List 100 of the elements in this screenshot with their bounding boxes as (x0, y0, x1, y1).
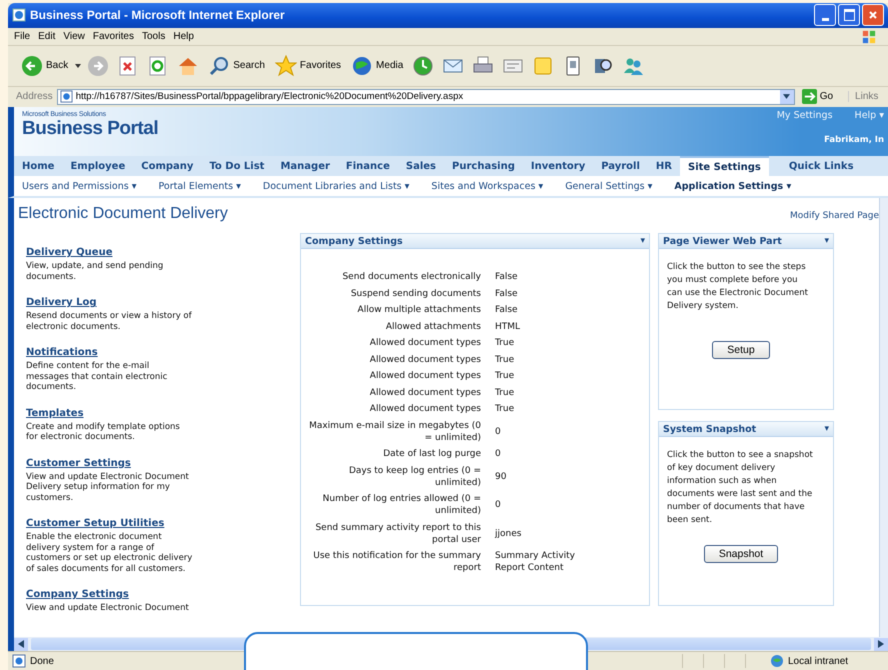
panel-text: Click the button to see a snapshot of key document delivery information such as when documents were last sent and the number of documents that have been sent. (667, 449, 814, 528)
nav-tab[interactable]: Finance (338, 156, 398, 176)
globe-icon (770, 654, 784, 668)
nav-tab[interactable]: Site Settings (680, 156, 769, 176)
history-icon[interactable] (412, 54, 434, 77)
setting-value: True (495, 386, 516, 399)
section-link[interactable]: Customer Setup Utilities (26, 518, 300, 530)
setting-value: True (495, 337, 516, 350)
nav-tab[interactable]: Employee (62, 156, 134, 176)
subnav-menu[interactable]: Application Settings ▾ (674, 180, 792, 192)
panel-text: Click the button to see the steps you must complete before you can use the Electronic Document Delivery system. (667, 261, 810, 314)
links-button[interactable]: Links (848, 91, 878, 102)
panel-title: Company Settings (305, 236, 403, 247)
subnav-menu[interactable]: General Settings ▾ (565, 180, 652, 192)
section-link[interactable]: Delivery Log (26, 297, 300, 308)
setting-value: 0 (495, 499, 502, 512)
setting-label: Maximum e-mail size in megabytes (0 = unlimited) (308, 420, 481, 444)
nav-tab[interactable]: Home (14, 156, 62, 176)
setting-value: 0 (495, 426, 502, 438)
close-button[interactable] (862, 4, 884, 26)
modify-page-link[interactable]: Modify Shared Page (790, 211, 879, 222)
section-link[interactable]: Customer Settings (26, 458, 300, 469)
setting-label: Allow multiple attachments (356, 304, 481, 316)
setting-label: Suspend sending documents (350, 288, 481, 300)
maximize-button[interactable] (838, 4, 860, 26)
security-zone: Local intranet (788, 656, 850, 667)
nav-tab[interactable]: To Do List (201, 156, 272, 176)
setting-label: Allowed document types (368, 354, 481, 366)
address-field[interactable]: http://h16787/Sites/BusinessPortal/bppagelibrary/Electronic%20Document%20Delivery.aspx (56, 88, 795, 105)
section-link[interactable]: Notifications (26, 347, 300, 358)
setting-label: Send documents electronically (341, 271, 481, 284)
nav-tab[interactable]: Sales (398, 156, 444, 176)
setting-label: Days to keep log entries (0 = unlimited) (348, 464, 481, 489)
panel-menu-icon[interactable]: ▾ (640, 236, 645, 246)
nav-tab[interactable]: Inventory (522, 156, 594, 176)
menu-item[interactable]: View (63, 30, 85, 42)
search-icon (208, 54, 230, 77)
nav-tab[interactable]: HR (648, 156, 680, 176)
brand-name: Business Portal (22, 118, 158, 140)
menu-item[interactable]: Tools (142, 30, 166, 42)
nav-tab[interactable]: Manager (272, 156, 338, 176)
section-description: Create and modify template options for electronic documents. (26, 422, 181, 443)
go-button[interactable]: Go (798, 89, 836, 104)
back-button[interactable]: Back (18, 52, 72, 79)
section-description: Enable the electronic document delivery system for a range of customers or set up electronic delivery of sales documents for all customers. (26, 532, 194, 574)
setting-value: False (495, 288, 519, 300)
setting-label: Send summary activity report to this portal user (314, 522, 481, 546)
action-button[interactable]: Snapshot (704, 545, 778, 564)
setting-label: Use this notification for the summary report (312, 550, 481, 574)
section-link[interactable]: Delivery Queue (26, 247, 300, 258)
setting-label: Number of log entries allowed (0 = unlimited) (322, 493, 481, 518)
caret-icon[interactable] (75, 64, 82, 68)
panel-menu-icon[interactable]: ▾ (824, 236, 829, 246)
setting-value: True (495, 354, 516, 366)
window-title: Business Portal - Microsoft Internet Explorer (30, 8, 285, 22)
panel-menu-icon[interactable]: ▾ (824, 424, 829, 434)
section-description: View, update, and send pending documents. (26, 261, 164, 282)
dropdown-arrow-icon[interactable] (783, 94, 790, 100)
favorites-button[interactable]: Favorites (272, 52, 344, 79)
nav-tab[interactable]: Purchasing (444, 156, 523, 176)
panel-title: System Snapshot (663, 424, 756, 435)
section-link[interactable]: Company Settings (26, 589, 300, 600)
search-button[interactable]: Search (205, 52, 268, 79)
go-arrow-icon (802, 89, 817, 104)
setting-label: Allowed attachments (384, 320, 481, 333)
page-icon (12, 654, 26, 668)
setting-value: Summary Activity Report Content (495, 550, 576, 574)
minimize-button[interactable] (814, 4, 836, 26)
scroll-right-icon[interactable] (878, 640, 884, 648)
setting-value: False (495, 304, 519, 316)
globe-icon (351, 54, 374, 77)
setting-label: Allowed document types (368, 337, 481, 350)
action-button[interactable]: Setup (712, 341, 770, 360)
windows-logo-icon (862, 30, 876, 44)
setting-value: True (495, 370, 516, 382)
nav-tab[interactable]: Company (133, 156, 202, 176)
menu-item[interactable]: File (14, 30, 30, 42)
vertical-scrollbar[interactable] (879, 198, 888, 638)
section-description: Define content for the e-mail messages that contain electronic documents. (26, 361, 168, 393)
browser-icon (12, 8, 26, 22)
page-icon (60, 90, 73, 104)
nav-tab[interactable]: Payroll (593, 156, 648, 176)
menu-item[interactable]: Edit (38, 30, 56, 42)
page-title: Electronic Document Delivery (18, 205, 228, 224)
subnav-menu[interactable]: Document Libraries and Lists ▾ (262, 180, 410, 192)
setting-value: jjones (495, 528, 522, 540)
subnav-menu[interactable]: Portal Elements ▾ (158, 180, 241, 192)
section-link[interactable]: Templates (26, 408, 300, 419)
setting-value: True (495, 403, 516, 416)
media-button[interactable]: Media (348, 52, 406, 79)
menu-item[interactable]: Favorites (92, 30, 134, 42)
nav-tab[interactable]: Quick Links (780, 156, 862, 176)
subnav-menu[interactable]: Users and Permissions ▾ (22, 180, 136, 192)
setting-label: Allowed document types (368, 386, 481, 399)
setting-label: Date of last log purge (382, 448, 481, 460)
scroll-left-icon[interactable] (18, 640, 24, 648)
setting-value: False (495, 271, 519, 284)
menu-item[interactable]: Help (173, 30, 194, 42)
subnav-menu[interactable]: Sites and Workspaces ▾ (431, 180, 544, 192)
setting-value: HTML (495, 320, 522, 333)
